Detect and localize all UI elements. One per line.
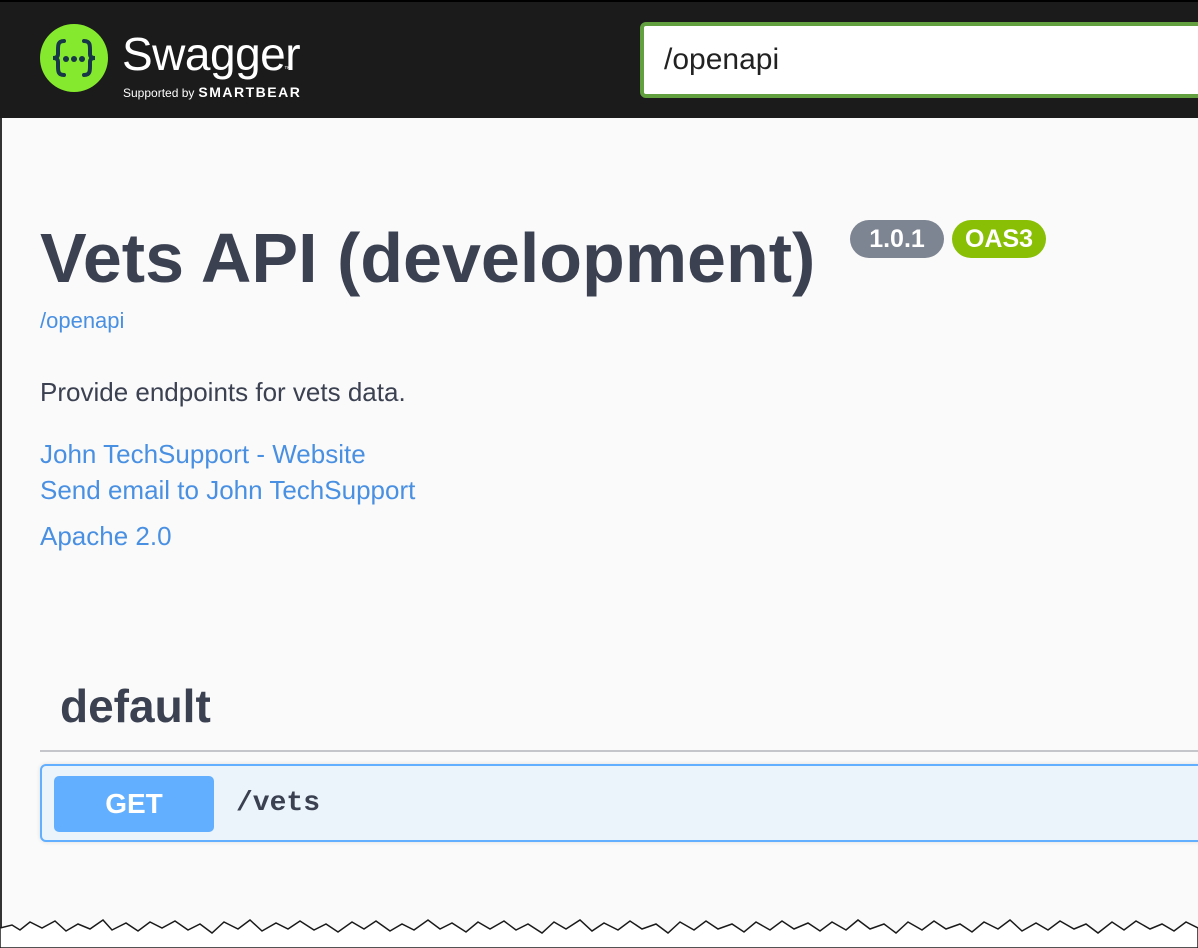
spec-url-input[interactable] (640, 22, 1198, 98)
supported-by-line: Supported by SMARTBEAR (123, 84, 301, 101)
main-content: Vets API (development) 1.0.1 OAS3 /opena… (0, 118, 1198, 948)
contact-website-link[interactable]: John TechSupport - Website (40, 438, 366, 470)
smartbear-wordmark: SMARTBEAR (198, 84, 302, 100)
supported-by-text: Supported by (123, 86, 195, 100)
license-link[interactable]: Apache 2.0 (40, 520, 172, 552)
api-title: Vets API (development) (40, 219, 816, 297)
swagger-ui-window: Swagger ™ Supported bySMARTBEAR Vets API… (0, 0, 1198, 948)
version-badge: 1.0.1 (850, 220, 944, 258)
spec-url-link[interactable]: /openapi (40, 308, 124, 334)
operation-get-vets[interactable]: GET /vets (40, 764, 1198, 842)
tag-divider (40, 750, 1198, 752)
topbar: Swagger ™ Supported by SMARTBEAR (0, 0, 1198, 118)
oas-badge: OAS3 (952, 220, 1046, 258)
api-description: Provide endpoints for vets data. (40, 377, 406, 407)
trademark-symbol: ™ (284, 66, 291, 73)
contact-email-link[interactable]: Send email to John TechSupport (40, 474, 415, 506)
http-method-badge[interactable]: GET (54, 776, 214, 832)
tag-section-title[interactable]: default (60, 680, 211, 732)
operation-path[interactable]: /vets (236, 776, 320, 832)
swagger-logo-icon[interactable] (40, 24, 108, 92)
brand-name: Swagger (122, 28, 301, 80)
